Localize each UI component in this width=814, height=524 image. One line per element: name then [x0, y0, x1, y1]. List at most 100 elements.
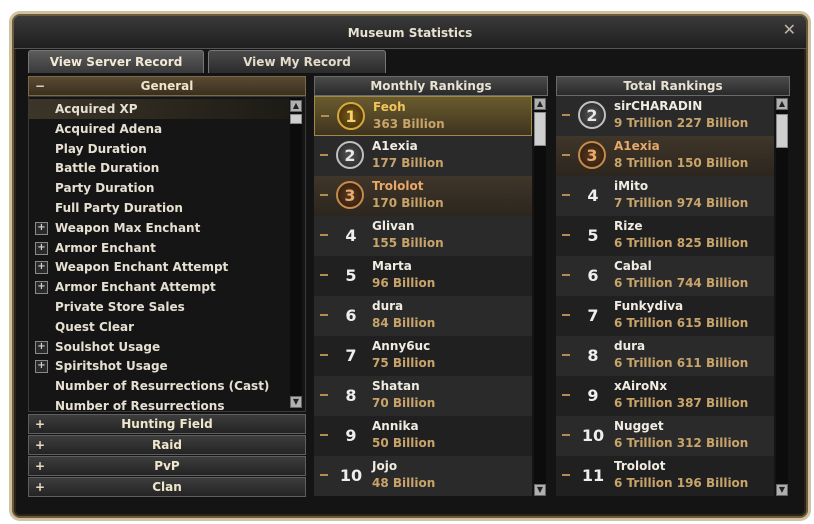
general-item[interactable]: Play Duration	[29, 139, 289, 159]
rank-change-icon	[320, 434, 328, 436]
expand-icon[interactable]: +	[35, 241, 48, 255]
player-value: 70 Billion	[372, 396, 436, 410]
title-bar[interactable]: Museum Statistics ✕	[14, 16, 806, 49]
category-general-label: General	[140, 79, 194, 93]
player-value: 363 Billion	[373, 117, 445, 131]
general-item[interactable]: + Armor Enchant Attempt	[29, 277, 289, 297]
rank-medal-icon: 3	[578, 141, 606, 169]
ranking-row[interactable]: 10 Jojo 48 Billion	[314, 456, 532, 496]
player-value: 75 Billion	[372, 356, 436, 370]
rank-change-icon	[562, 114, 570, 116]
general-item-label: Acquired Adena	[55, 121, 163, 136]
rank-change-icon	[562, 354, 570, 356]
general-item-label: Play Duration	[55, 141, 147, 156]
general-item[interactable]: Number of Resurrections (Cast)	[29, 376, 289, 396]
ranking-row[interactable]: 4 iMito 7 Trillion 974 Billion	[556, 176, 774, 217]
close-icon[interactable]: ✕	[783, 20, 796, 39]
category-label: Clan	[152, 480, 182, 494]
ranking-row[interactable]: 10 Nugget 6 Trillion 312 Billion	[556, 416, 774, 457]
expand-icon[interactable]: +	[35, 221, 48, 235]
category-header[interactable]: + PvP	[28, 456, 306, 476]
scroll-up-icon[interactable]: ▲	[776, 98, 788, 110]
ranking-row[interactable]: 2 A1exia 177 Billion	[314, 136, 532, 177]
player-value: 6 Trillion 312 Billion	[614, 436, 749, 450]
rank-change-icon	[320, 474, 328, 476]
general-item[interactable]: + Armor Enchant	[29, 238, 289, 258]
scroll-thumb[interactable]	[534, 112, 546, 146]
general-item[interactable]: + Weapon Max Enchant	[29, 218, 289, 238]
monthly-rankings-panel: Monthly Rankings 1 Feoh 363 Billion 2 A1exia…	[314, 76, 548, 496]
ranking-row[interactable]: 7 Anny6uc 75 Billion	[314, 336, 532, 377]
total-scrollbar[interactable]: ▲ ▼	[776, 98, 788, 496]
rank-number: 8	[345, 386, 357, 405]
ranking-row[interactable]: 8 Shatan 70 Billion	[314, 376, 532, 417]
scroll-up-icon[interactable]: ▲	[534, 98, 546, 110]
expand-icon[interactable]: +	[35, 436, 45, 454]
ranking-row[interactable]: 5 Marta 96 Billion	[314, 256, 532, 297]
general-item[interactable]: Battle Duration	[29, 158, 289, 178]
player-name: Glivan	[372, 219, 415, 233]
category-header[interactable]: + Hunting Field	[28, 414, 306, 434]
general-item[interactable]: Acquired Adena	[29, 119, 289, 139]
rank-number: 4	[587, 186, 599, 205]
category-label: PvP	[154, 459, 180, 473]
general-item[interactable]: Number of Resurrections (Received)	[29, 396, 289, 411]
ranking-row[interactable]: 9 xAiroNx 6 Trillion 387 Billion	[556, 376, 774, 417]
scroll-down-icon[interactable]: ▼	[290, 396, 302, 408]
ranking-row[interactable]: 3 Trololot 170 Billion	[314, 176, 532, 217]
player-value: 96 Billion	[372, 276, 436, 290]
general-item[interactable]: Private Store Sales	[29, 297, 289, 317]
general-item-label: Armor Enchant	[55, 240, 156, 255]
rank-number: 9	[587, 386, 599, 405]
tab-view-my-record[interactable]: View My Record	[208, 50, 386, 73]
ranking-row[interactable]: 6 Cabal 6 Trillion 744 Billion	[556, 256, 774, 297]
general-item[interactable]: Party Duration	[29, 178, 289, 198]
ranking-row[interactable]: 2 sirCHARADIN 9 Trillion 227 Billion	[556, 96, 774, 137]
monthly-scrollbar[interactable]: ▲ ▼	[534, 98, 546, 496]
general-item[interactable]: + Soulshot Usage	[29, 337, 289, 357]
category-general-header[interactable]: − General	[28, 76, 306, 96]
general-item[interactable]: + Spiritshot Usage	[29, 356, 289, 376]
expand-icon[interactable]: +	[35, 360, 48, 374]
general-items-list: Acquired XP Acquired Adena Play Duration Ba…	[28, 96, 306, 412]
category-header[interactable]: + Clan	[28, 477, 306, 497]
scroll-thumb[interactable]	[290, 114, 302, 124]
ranking-row[interactable]: 3 A1exia 8 Trillion 150 Billion	[556, 136, 774, 177]
ranking-row[interactable]: 4 Glivan 155 Billion	[314, 216, 532, 257]
general-item[interactable]: Acquired XP	[29, 99, 289, 119]
player-value: 6 Trillion 196 Billion	[614, 476, 749, 490]
general-list-scrollbar[interactable]: ▲ ▼	[290, 98, 302, 410]
category-header[interactable]: + Raid	[28, 435, 306, 455]
ranking-row[interactable]: 8 dura 6 Trillion 611 Billion	[556, 336, 774, 377]
rank-number: 9	[345, 426, 357, 445]
expand-icon[interactable]: +	[35, 415, 45, 433]
player-name: Marta	[372, 259, 412, 273]
general-item[interactable]: + Weapon Enchant Attempt	[29, 257, 289, 277]
scroll-thumb[interactable]	[776, 114, 788, 148]
ranking-row[interactable]: 9 Annika 50 Billion	[314, 416, 532, 457]
expand-icon[interactable]: +	[35, 281, 48, 295]
window-title: Museum Statistics	[347, 26, 473, 40]
scroll-up-icon[interactable]: ▲	[290, 100, 302, 112]
expand-icon[interactable]: +	[35, 340, 48, 354]
ranking-row[interactable]: 1 Feoh 363 Billion	[314, 96, 532, 136]
ranking-row[interactable]: 5 Rize 6 Trillion 825 Billion	[556, 216, 774, 257]
expand-icon[interactable]: +	[35, 478, 45, 496]
rank-number: 11	[581, 466, 605, 485]
rank-number: 7	[345, 346, 357, 365]
tab-view-server-record[interactable]: View Server Record	[28, 50, 204, 73]
general-item[interactable]: Full Party Duration	[29, 198, 289, 218]
scroll-down-icon[interactable]: ▼	[534, 484, 546, 496]
general-item[interactable]: Quest Clear	[29, 317, 289, 337]
rank-number: 5	[587, 226, 599, 245]
rank-change-icon	[562, 274, 570, 276]
rank-change-icon	[562, 234, 570, 236]
scroll-down-icon[interactable]: ▼	[776, 484, 788, 496]
expand-icon[interactable]: +	[35, 261, 48, 275]
collapse-icon[interactable]: −	[35, 77, 45, 95]
ranking-row[interactable]: 7 Funkydiva 6 Trillion 615 Billion	[556, 296, 774, 337]
expand-icon[interactable]: +	[35, 457, 45, 475]
general-item-label: Battle Duration	[55, 161, 160, 176]
ranking-row[interactable]: 11 Trololot 6 Trillion 196 Billion	[556, 456, 774, 496]
ranking-row[interactable]: 6 dura 84 Billion	[314, 296, 532, 337]
